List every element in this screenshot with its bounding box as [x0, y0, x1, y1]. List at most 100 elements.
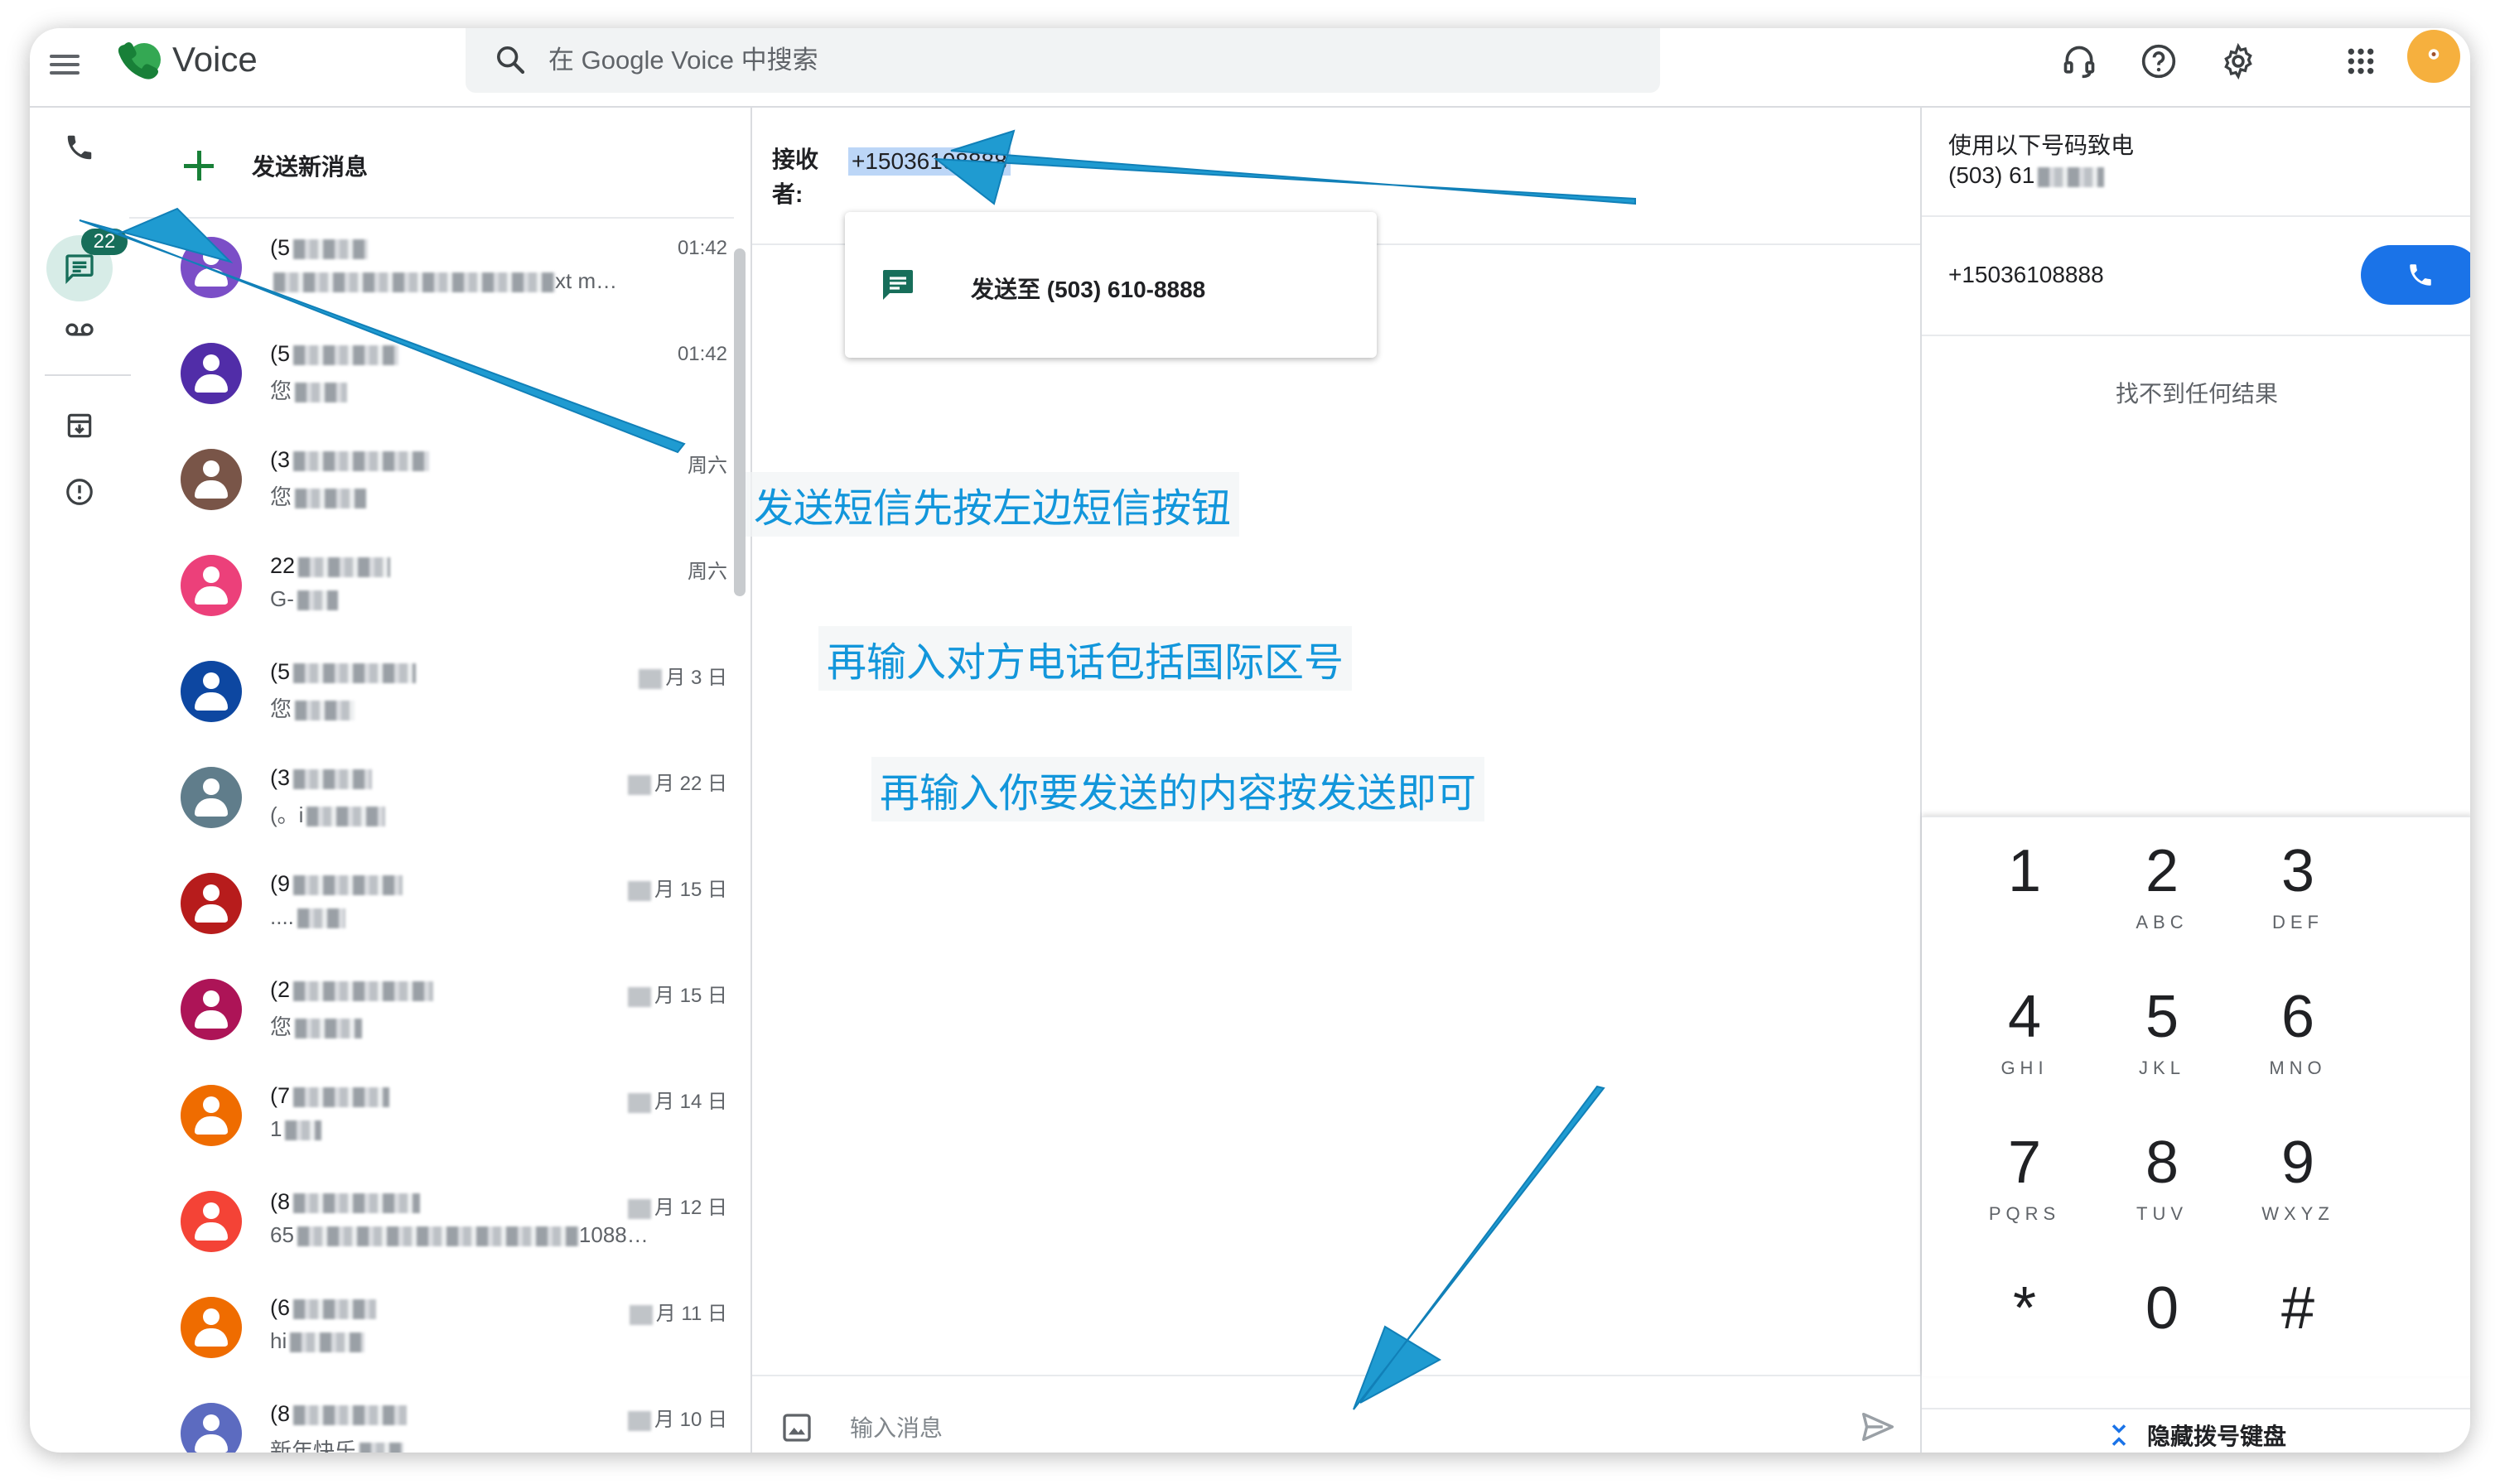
redacted-text — [293, 980, 434, 1001]
calls-nav-button[interactable] — [46, 114, 113, 181]
menu-icon[interactable] — [48, 50, 81, 83]
dialpad-key[interactable]: 6 MNO — [2232, 963, 2364, 1109]
dialpad-key[interactable]: 8 TUV — [2096, 1109, 2228, 1255]
search-input[interactable] — [548, 40, 1625, 81]
message-time: 月 22 日 — [627, 767, 727, 796]
snippet-text: 您 — [270, 696, 292, 721]
redacted-text — [639, 668, 663, 689]
snippet-text: (。i — [270, 802, 304, 827]
messages-nav-button[interactable]: 22 — [46, 229, 128, 301]
redacted-text — [295, 701, 355, 721]
snippet-end-text: xt m… — [555, 268, 618, 293]
dialpad-letters: PQRS — [1988, 1203, 2061, 1224]
unread-badge: 22 — [81, 229, 128, 255]
voice-logo-icon — [118, 42, 161, 80]
image-icon[interactable] — [780, 1411, 813, 1444]
dialpad-key[interactable]: # — [2232, 1255, 2364, 1400]
contact-name: (3 — [270, 447, 430, 473]
message-time: 周六 — [688, 555, 727, 584]
message-time-text: 月 12 日 — [654, 1197, 727, 1219]
hide-dialpad-button[interactable]: 隐藏拨号键盘 — [1922, 1408, 2470, 1453]
message-snippet: 您 — [270, 480, 367, 511]
apps-icon[interactable] — [2339, 40, 2382, 83]
conversation-row[interactable]: (8 65 1088… 月 12 日 — [129, 1173, 734, 1279]
redacted-text — [295, 489, 367, 509]
dialpad-key[interactable]: 3 DEF — [2232, 817, 2364, 963]
dial-pad: 1 2 ABC 3 DEF 4 GHI 5 JKL 6 MNO 7 PQRS 8 TUV 9 WXYZ * 0 # — [1922, 817, 2470, 1376]
settings-icon[interactable] — [2217, 40, 2260, 83]
compose-divider — [752, 1375, 1920, 1376]
spam-nav-button[interactable] — [46, 459, 113, 525]
message-icon — [883, 270, 913, 300]
dialpad-key[interactable]: 9 WXYZ — [2232, 1109, 2364, 1255]
account-avatar[interactable] — [2407, 30, 2460, 83]
conversation-row[interactable]: (9.... 月 15 日 — [129, 855, 734, 961]
dialpad-key[interactable]: 7 PQRS — [1958, 1109, 2091, 1255]
conversation-row[interactable]: (7 1 月 14 日 — [129, 1067, 734, 1173]
recipient-suggestion[interactable]: 发送至 (503) 610-8888 — [845, 212, 1377, 358]
message-input[interactable] — [850, 1408, 1778, 1449]
conversation-row[interactable]: 22 G- 周六 — [129, 537, 734, 643]
send-icon[interactable] — [1859, 1408, 1897, 1446]
contact-name: (6 — [270, 1295, 377, 1321]
recipient-input[interactable]: +15036108888 — [848, 147, 1011, 176]
message-time-text: 周六 — [688, 455, 727, 477]
dialpad-digit: * — [2012, 1275, 2037, 1342]
conversation-row[interactable]: (3 (。i 月 22 日 — [129, 749, 734, 855]
conversation-row[interactable]: (5 您 月 3 日 — [129, 643, 734, 749]
support-icon[interactable] — [2058, 40, 2101, 83]
search-icon[interactable] — [494, 43, 527, 76]
conversation-row[interactable]: (6 hi 月 11 日 — [129, 1279, 734, 1385]
search-bar[interactable] — [466, 28, 1660, 93]
dialpad-key[interactable]: 5 JKL — [2096, 963, 2228, 1109]
message-time: 月 10 日 — [627, 1403, 727, 1432]
contact-name-text: (5 — [270, 235, 291, 260]
conversation-row[interactable]: (8 新年快乐 月 10 日 — [129, 1385, 734, 1453]
redacted-text — [297, 590, 338, 611]
message-time-text: 月 3 日 — [665, 667, 727, 689]
dialpad-digit: 4 — [2007, 984, 2042, 1050]
message-time-text: 月 15 日 — [654, 879, 727, 901]
call-from-number[interactable]: (503) 61 — [1948, 162, 2105, 189]
redacted-text — [360, 1443, 404, 1453]
redacted-text — [298, 556, 391, 577]
voicemail-nav-button[interactable] — [46, 296, 113, 363]
message-time-text: 周六 — [688, 561, 727, 583]
dialpad-digit: # — [2280, 1275, 2315, 1342]
dial-number-display[interactable]: +15036108888 — [1948, 262, 2104, 288]
message-time-text: 01:42 — [677, 343, 727, 365]
dialpad-letters: MNO — [2269, 1058, 2327, 1078]
dialpad-key[interactable]: 2 ABC — [2096, 817, 2228, 963]
dialpad-key[interactable]: 0 — [2096, 1255, 2228, 1400]
dialpad-key[interactable]: 1 — [1958, 817, 2091, 963]
message-time-text: 月 14 日 — [654, 1091, 727, 1113]
annotation-step-2: 再输入对方电话包括国际区号 — [818, 626, 1353, 691]
redacted-text — [290, 1332, 365, 1353]
message-time: 01:42 — [678, 343, 727, 366]
redacted-text — [293, 1192, 421, 1213]
dialpad-letters: ABC — [2136, 912, 2189, 932]
recipient-label: 接收者: — [772, 147, 819, 207]
archive-nav-button[interactable] — [46, 393, 113, 459]
dialpad-digit: 2 — [2145, 838, 2179, 904]
conversation-row[interactable]: (2 您 月 15 日 — [129, 961, 734, 1067]
list-scrollbar[interactable] — [734, 248, 746, 596]
dialpad-key[interactable]: 4 GHI — [1958, 963, 2091, 1109]
conversation-row[interactable]: (3 您 周六 — [129, 431, 734, 537]
contact-name: (9 — [270, 871, 403, 897]
contact-avatar-icon — [181, 873, 242, 934]
call-button[interactable] — [2361, 245, 2470, 305]
conversation-row[interactable]: (5 xt m… 01:42 — [129, 219, 734, 325]
contact-avatar-icon — [181, 767, 242, 828]
snippet-text: 您 — [270, 1014, 292, 1039]
dialpad-key[interactable]: * — [1958, 1255, 2091, 1400]
send-new-message-button[interactable]: 发送新消息 — [179, 141, 368, 190]
help-icon[interactable] — [2137, 40, 2180, 83]
contact-avatar-icon — [181, 1403, 242, 1453]
redacted-text — [293, 344, 399, 365]
message-snippet: 65 1088… — [270, 1222, 649, 1248]
conversation-row[interactable]: (5 您 01:42 — [129, 325, 734, 431]
contact-avatar-icon — [181, 1297, 242, 1358]
hide-dialpad-label: 隐藏拨号键盘 — [2146, 1424, 2286, 1449]
redacted-text — [293, 768, 373, 789]
